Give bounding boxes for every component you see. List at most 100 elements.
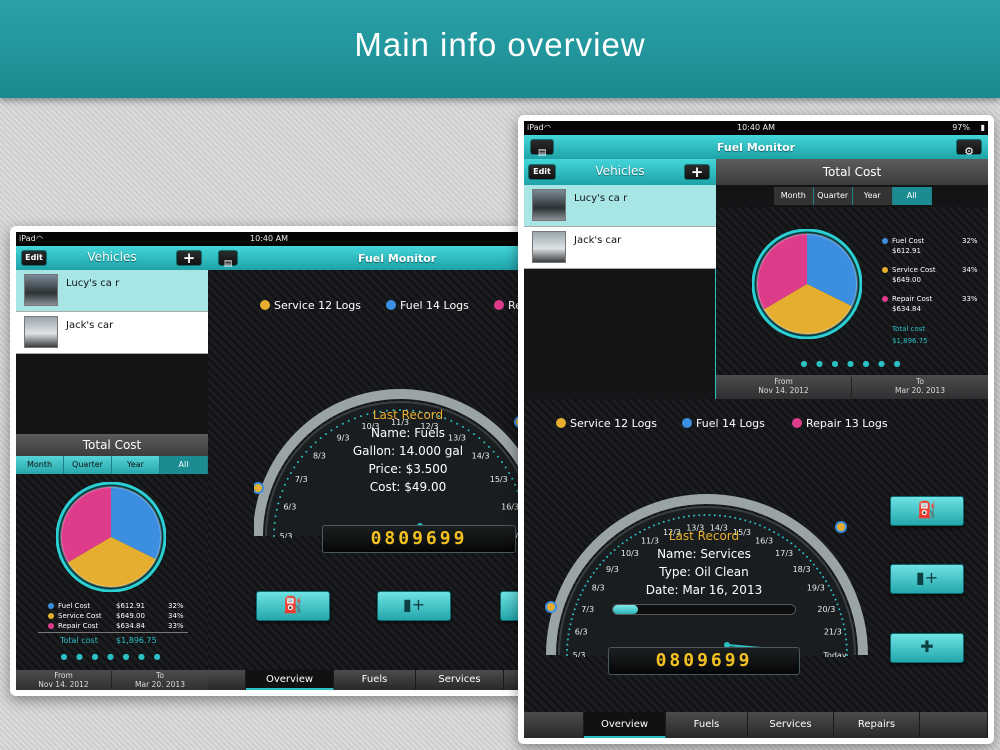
gauge-tick-dot [602, 559, 605, 562]
gauge-tick-dot [575, 603, 578, 606]
tab-services[interactable]: Services [748, 712, 834, 738]
gauge-tick-dot [581, 589, 584, 592]
gauge-tick-label: 5/3 [280, 532, 293, 538]
fuel-pump-add-icon: ⛽ [283, 595, 303, 614]
gauge-tick-dot [592, 571, 595, 574]
segment-month[interactable]: Month [16, 456, 64, 474]
gauge-tick-dot [816, 567, 819, 570]
gauge-tick-dot [744, 519, 747, 522]
tab-overview[interactable]: Overview [584, 712, 666, 738]
settings-button[interactable]: ⚙ [956, 139, 982, 158]
page-dots: ● ● ● ● ● ● ● [60, 652, 164, 661]
battery-icon: ▮ [980, 123, 985, 132]
edit-button[interactable]: Edit [21, 250, 47, 266]
progress-fill [613, 605, 639, 614]
total-cost-body: Fuel Cost $612.91 32% Service Cost $649.… [716, 207, 988, 375]
gauge-tick-dot [589, 575, 592, 578]
segment-year[interactable]: Year [853, 187, 893, 205]
to-date[interactable]: Mar 20. 2013 [895, 386, 945, 395]
gauge-tick-dot [301, 455, 304, 458]
gauge-tick-dot [839, 613, 842, 616]
gauge-marker [835, 521, 847, 533]
gauge-tick-label: 8/3 [313, 451, 326, 460]
tab-repairs[interactable]: Repairs [834, 712, 920, 738]
add-vehicle-button[interactable]: + [176, 250, 202, 266]
service-value: $649.00 [116, 612, 145, 620]
vehicle-item-lucy[interactable]: Lucy's ca r [524, 185, 716, 227]
gauge-marker [254, 482, 264, 494]
repair-pct: 33% [168, 622, 184, 630]
vehicles-title: Vehicles [87, 250, 137, 264]
to-label: To [916, 377, 924, 386]
gauge-tick-dot [579, 593, 582, 596]
fuel-dot-icon [48, 603, 54, 609]
tab-fuels[interactable]: Fuels [666, 712, 748, 738]
gauge-tick-label: 8/3 [592, 584, 605, 593]
gauge-tick-dot [568, 628, 571, 631]
from-date[interactable]: Nov 14. 2012 [758, 386, 808, 395]
add-repair-button[interactable]: ✚ [890, 633, 964, 663]
segment-all[interactable]: All [160, 456, 208, 474]
add-vehicle-button[interactable]: + [684, 164, 710, 180]
gauge-tick-label: 6/3 [283, 502, 296, 511]
fuel-value: $612.91 [892, 247, 921, 255]
tab-spacer [208, 670, 246, 690]
progress-bar [612, 604, 796, 615]
gauge-tick-dot [749, 520, 752, 523]
gauge-tick-dot [567, 633, 570, 636]
segment-month[interactable]: Month [774, 187, 814, 205]
menu-button[interactable]: ▤ [218, 250, 238, 269]
gauge-tick-label: 20/3 [817, 605, 835, 614]
jerrycan-add-icon: ▮+ [402, 595, 426, 614]
fuel-dot-icon [386, 300, 396, 310]
gauge-tick-label: 15/3 [490, 475, 508, 484]
gauge-tick-dot [819, 571, 822, 574]
tab-fuels[interactable]: Fuels [334, 670, 416, 690]
gauge-tick-dot [496, 455, 499, 458]
gauge-tick-label: 9/3 [606, 565, 619, 574]
date-range-bar: From Nov 14. 2012 To Mar 20. 2013 [716, 375, 988, 399]
total-cost-title: Total Cost [822, 165, 882, 179]
gauge-tick-dot [739, 518, 742, 521]
gauge-tick-dot [488, 445, 491, 448]
legend-repair-logs: Repair 13 Logs [792, 417, 888, 430]
to-label: To [156, 671, 164, 680]
tab-services[interactable]: Services [416, 670, 504, 690]
gauge-tick-dot [566, 638, 569, 641]
add-service-button[interactable]: ▮+ [890, 564, 964, 594]
app-title: Fuel Monitor [716, 141, 796, 154]
gauge-tick-dot [508, 472, 511, 474]
segment-quarter[interactable]: Quarter [814, 187, 853, 205]
date-range-bar: From Nov 14. 2012 To Mar 20. 2013 [16, 670, 208, 690]
last-record-panel: Last Record Name: Fuels Gallon: 14.000 g… [328, 406, 488, 496]
car-thumbnail [532, 189, 566, 221]
fuel-pump-add-icon: ⛽ [917, 500, 937, 519]
vehicle-item-jack[interactable]: Jack's car [16, 312, 208, 354]
gauge-tick-dot [825, 580, 828, 583]
gauge-tick-dot [309, 445, 312, 448]
add-fuel-button[interactable]: ⛽ [256, 591, 330, 621]
edit-button[interactable]: Edit [528, 164, 556, 180]
segment-all[interactable]: All [892, 187, 932, 205]
gauge-tick-dot [693, 514, 696, 517]
gauge-tick-label: 7/3 [295, 475, 308, 484]
segment-quarter[interactable]: Quarter [64, 456, 112, 474]
segment-year[interactable]: Year [112, 456, 160, 474]
from-date[interactable]: Nov 14. 2012 [38, 680, 88, 689]
vehicle-item-jack[interactable]: Jack's car [524, 227, 716, 269]
gauge-tick-dot [812, 563, 815, 566]
add-service-button[interactable]: ▮+ [377, 591, 451, 621]
tab-overview[interactable]: Overview [246, 670, 334, 690]
gauge-tick-dot [827, 584, 830, 587]
gauge-tick-dot [595, 567, 598, 570]
ipad-screen-left: iPad ◠ 10:40 AM Edit Vehicles + Lucy's c… [16, 232, 522, 690]
service-dot-icon [882, 267, 888, 273]
banner-title: Main info overview [354, 26, 646, 63]
record-name: Name: Services [657, 547, 751, 561]
add-fuel-button[interactable]: ⛽ [890, 496, 964, 526]
vehicle-name: Jack's car [574, 235, 622, 246]
last-record-heading: Last Record [372, 408, 444, 422]
gauge-tick-dot [504, 466, 507, 469]
to-date[interactable]: Mar 20. 2013 [135, 680, 185, 689]
gauge-tick-dot [838, 608, 841, 611]
